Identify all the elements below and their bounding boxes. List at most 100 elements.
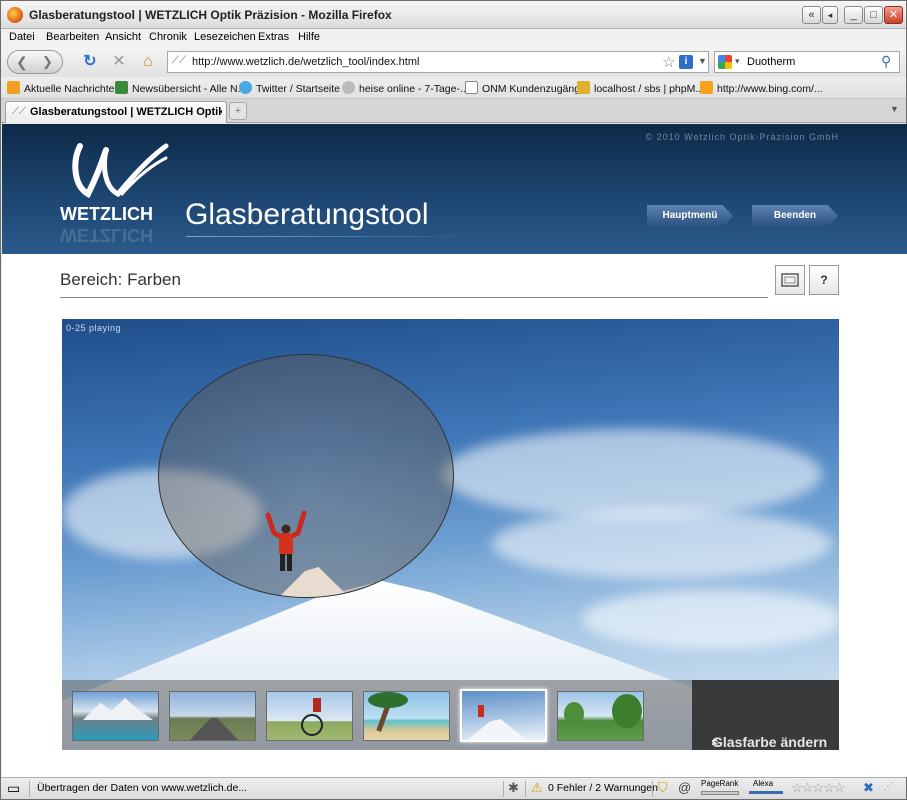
menu-bearbeiten[interactable]: Bearbeiten xyxy=(46,31,99,43)
bookmark-item[interactable]: Newsübersicht - Alle N... xyxy=(115,81,246,95)
fullscreen-button[interactable] xyxy=(775,265,805,295)
tab-strip: ⟋⟋ Glasberatungstool | WETZLICH Optik...… xyxy=(1,99,906,123)
navigation-bar: ❮ ❯ ↻ ✕ ⌂ ⟋⟋ http://www.wetzlich.de/wetz… xyxy=(1,47,906,77)
error-count[interactable]: 0 Fehler / 2 Warnungen xyxy=(548,782,658,794)
close-button[interactable]: ✕ xyxy=(884,6,903,24)
bing-icon xyxy=(700,81,713,94)
xmarks-icon[interactable]: ✖ xyxy=(863,780,874,796)
search-bar[interactable]: ▾ Duotherm ⚲ xyxy=(714,51,900,73)
thumbnail-park-trees[interactable] xyxy=(557,691,644,741)
fullscreen-icon xyxy=(781,273,799,287)
menu-hilfe[interactable]: Hilfe xyxy=(298,31,320,43)
change-color-text: Glasfarbe ändern xyxy=(712,734,828,750)
screen-icon[interactable]: ▭ xyxy=(7,780,20,797)
menu-datei[interactable]: Datei xyxy=(9,31,35,43)
cloud xyxy=(582,589,839,649)
section-bar: Bereich: Farben xyxy=(60,264,768,298)
info-icon[interactable]: i xyxy=(679,55,693,69)
cloud xyxy=(442,429,822,519)
thumbnail-road[interactable] xyxy=(169,691,256,741)
bookmark-label: Newsübersicht - Alle N... xyxy=(132,83,247,95)
site-favicon-icon: ⟋⟋ xyxy=(172,55,186,66)
thumbnail-beach-palm[interactable] xyxy=(363,691,450,741)
url-dropdown-icon[interactable]: ▼ xyxy=(698,56,707,66)
divider xyxy=(525,781,526,797)
back-forward-group: ❮ ❯ xyxy=(7,50,63,74)
stop-icon[interactable]: ✕ xyxy=(109,52,129,72)
help-button[interactable]: ? xyxy=(809,265,839,295)
bookmark-item[interactable]: http://www.bing.com/... xyxy=(700,81,823,95)
menu-lesezeichen[interactable]: Lesezeichen xyxy=(194,31,256,43)
firefox-icon xyxy=(7,7,23,23)
resize-grip-icon[interactable]: ⋰ xyxy=(883,781,893,792)
logo-text: WETZLICH xyxy=(60,204,153,224)
bookmark-star-icon[interactable]: ☆ xyxy=(662,53,675,71)
engine-dropdown-icon[interactable]: ▾ xyxy=(735,56,740,67)
lens-preview-stage: 0-25 playing « Glasfarbe ändern xyxy=(62,319,839,750)
warning-icon[interactable]: ⚠ xyxy=(531,780,543,796)
search-input[interactable]: Duotherm xyxy=(747,56,795,68)
bookmark-label: localhost / sbs | phpM... xyxy=(594,83,705,95)
bookmark-label: Twitter / Startseite xyxy=(256,83,341,95)
title-underline xyxy=(186,236,486,237)
page-content: © 2010 Wetzlich Optik-Präzision GmbH WET… xyxy=(2,124,907,777)
divider xyxy=(503,781,504,797)
back-icon[interactable]: ❮ xyxy=(16,54,28,71)
status-text: Übertragen der Daten von www.wetzlich.de… xyxy=(37,782,248,794)
menu-bar: Datei Bearbeiten Ansicht Chronik Lesezei… xyxy=(1,29,906,47)
cloud xyxy=(492,509,832,579)
change-lens-color-button[interactable]: «Glasfarbe ändern xyxy=(692,680,839,750)
news-icon xyxy=(115,81,128,94)
minimize-button[interactable]: _ xyxy=(844,6,863,24)
phpmyadmin-icon xyxy=(577,81,590,94)
rating-stars-icon[interactable]: ☆☆☆☆☆ xyxy=(791,780,845,796)
url-text[interactable]: http://www.wetzlich.de/wetzlich_tool/ind… xyxy=(192,56,419,68)
bookmark-item[interactable]: ONM Kundenzugänge xyxy=(465,81,586,95)
tab-label: Glasberatungstool | WETZLICH Optik... xyxy=(30,106,222,118)
pagerank-bar xyxy=(701,791,739,795)
tab-glasberatungstool[interactable]: ⟋⟋ Glasberatungstool | WETZLICH Optik... xyxy=(5,101,227,123)
tab-list-icon[interactable]: ▼ xyxy=(890,104,899,114)
reload-icon[interactable]: ↻ xyxy=(80,52,100,72)
main-menu-button[interactable]: Hauptmenü xyxy=(647,205,733,227)
status-bar: ▭ Übertragen der Daten von www.wetzlich.… xyxy=(1,777,906,799)
home-icon[interactable]: ⌂ xyxy=(138,52,158,72)
title-bar: Glasberatungstool | WETZLICH Optik Präzi… xyxy=(1,1,906,29)
at-icon[interactable]: @ xyxy=(678,780,691,795)
alexa-label[interactable]: Alexa xyxy=(753,779,773,788)
maximize-button[interactable]: □ xyxy=(864,6,883,24)
alexa-bar xyxy=(749,791,783,794)
menu-ansicht[interactable]: Ansicht xyxy=(105,31,141,43)
overflow-icon[interactable]: ◂ xyxy=(822,6,838,24)
pagerank-label[interactable]: PageRank xyxy=(701,779,738,788)
thumbnail-strip: «Glasfarbe ändern xyxy=(62,680,839,750)
bookmark-label: Aktuelle Nachrichten xyxy=(24,83,121,95)
menu-extras[interactable]: Extras xyxy=(258,31,289,43)
app-title: Glasberatungstool xyxy=(185,198,429,231)
forward-icon[interactable]: ❯ xyxy=(42,54,53,70)
rss-icon xyxy=(7,81,20,94)
thumbnail-mountain-lake[interactable] xyxy=(72,691,159,741)
bookmark-label: http://www.bing.com/... xyxy=(717,83,823,95)
thumbnail-snow-climber[interactable] xyxy=(460,689,547,742)
menu-chronik[interactable]: Chronik xyxy=(149,31,187,43)
bookmark-item[interactable]: Aktuelle Nachrichten xyxy=(7,81,120,95)
new-tab-button[interactable]: + xyxy=(229,102,247,120)
back-left-icon[interactable]: « xyxy=(802,6,821,24)
bookmarks-toolbar: Aktuelle Nachrichten Newsübersicht - All… xyxy=(1,77,906,99)
search-icon[interactable]: ⚲ xyxy=(881,53,891,70)
logo-reflection: WETZLICH xyxy=(60,225,153,245)
url-bar[interactable]: ⟋⟋ http://www.wetzlich.de/wetzlich_tool/… xyxy=(167,51,709,73)
bookmark-item[interactable]: localhost / sbs | phpM... xyxy=(577,81,704,95)
shield-icon[interactable]: ⛉ xyxy=(658,780,668,796)
bookmark-item[interactable]: Twitter / Startseite xyxy=(239,81,340,95)
divider xyxy=(29,781,30,797)
site-favicon-icon: ⟋⟋ xyxy=(12,106,26,117)
climber-figure xyxy=(265,511,307,571)
browser-window: Glasberatungstool | WETZLICH Optik Präzi… xyxy=(0,0,907,800)
addon-icon[interactable]: ✱ xyxy=(508,780,519,796)
bookmark-item[interactable]: heise online - 7-Tage-... xyxy=(342,81,469,95)
thumbnail-cyclist[interactable] xyxy=(266,691,353,741)
exit-button[interactable]: Beenden xyxy=(752,205,838,227)
google-icon[interactable] xyxy=(718,55,732,69)
